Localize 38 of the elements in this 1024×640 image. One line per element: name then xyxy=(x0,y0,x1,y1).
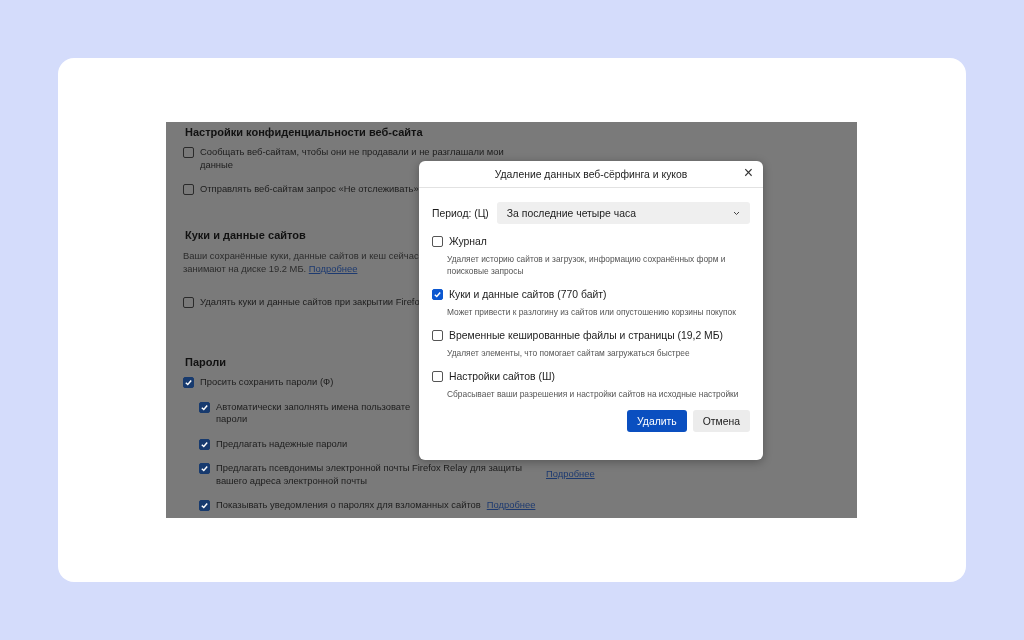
delete-button[interactable]: Удалить xyxy=(627,410,687,432)
option-label: Удалять куки и данные сайтов при закрытии Firefo xyxy=(200,295,420,308)
checkbox[interactable] xyxy=(183,147,194,158)
option-label: Автоматически заполнять имена пользовате пароли xyxy=(216,400,411,426)
checkbox[interactable] xyxy=(199,500,210,511)
option-description: Сбрасывает ваши разрешения и настройки сайтов на исходные настройки xyxy=(447,388,740,400)
option-description: Может привести к разлогину из сайтов или опустошению корзины покупок xyxy=(447,306,737,318)
option-label: Показывать уведомления о паролях для взломанных сайтов xyxy=(216,499,481,512)
checkbox[interactable] xyxy=(199,401,210,413)
dialog-title: Удаление данных веб-сёрфинга и куков xyxy=(494,168,688,180)
section-heading: Настройки конфиденциальности веб-сайта xyxy=(185,126,423,138)
option-label: Отправлять веб-сайтам запрос «Не отслеживать» xyxy=(200,183,419,196)
checkbox[interactable] xyxy=(432,371,443,382)
checkbox[interactable] xyxy=(183,377,194,388)
period-dropdown[interactable]: За последние четыре часа xyxy=(496,202,750,224)
checkbox[interactable] xyxy=(432,236,443,247)
chevron-icon xyxy=(733,210,740,216)
option-label: Журнал xyxy=(449,236,487,247)
cancel-button[interactable]: Отмена xyxy=(692,410,750,432)
option-label: Предлагать надежные пароли xyxy=(216,437,348,450)
option-description: Удаляет историю сайтов и загрузок, информацию сохранённых форм и поисковые запросы xyxy=(447,253,727,277)
section-heading: Куки и данные сайтов xyxy=(185,228,306,241)
option-label: Предлагать псевдонимы электронной почты Firefox Relay для защиты вашего адреса электронной почты xyxy=(216,462,522,487)
checkbox[interactable] xyxy=(432,330,443,341)
option-label: Сообщать веб-сайтам, чтобы они не продавали и не разглашали мои данные xyxy=(200,146,504,170)
section-heading: Пароли xyxy=(185,356,226,368)
checkbox[interactable] xyxy=(183,296,194,308)
checkbox[interactable] xyxy=(432,289,443,300)
option-label: Временные кешированные файлы и страницы (19,2 МБ) xyxy=(449,330,724,341)
option-label: Просить сохранить пароли (Ф) xyxy=(200,376,334,389)
option-description: Удаляет элементы, что помогает сайтам загружаться быстрее xyxy=(447,347,691,359)
option-label: Настройки сайтов (Ш) xyxy=(449,371,555,382)
checkbox[interactable] xyxy=(183,184,194,195)
section-description: Ваши сохранённые куки, данные сайтов и кеш сейчас занимают на диске 19.2 МБ. Подробнее xyxy=(183,248,419,275)
option-label: Куки и данные сайтов (770 байт) xyxy=(449,289,607,300)
checkbox[interactable] xyxy=(199,463,210,474)
checkbox[interactable] xyxy=(199,438,210,450)
period-label: Период: (Ц) xyxy=(432,207,489,219)
